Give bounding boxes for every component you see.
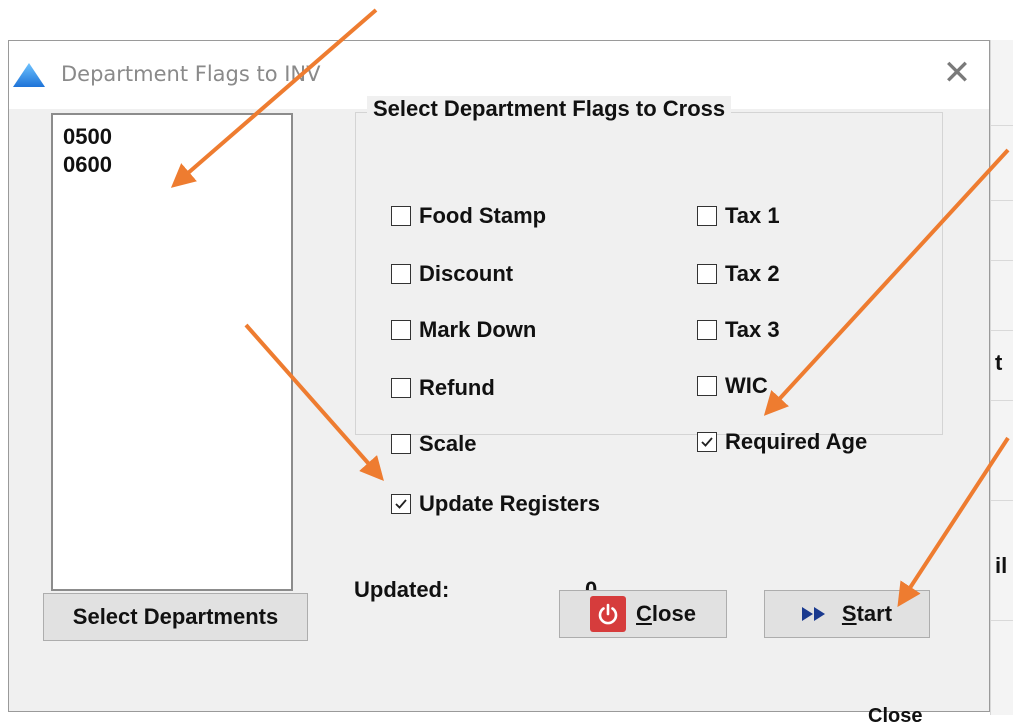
checkbox-tax-2[interactable]: Tax 2: [697, 261, 780, 287]
checkbox-label: Required Age: [725, 429, 868, 454]
background-row-divider: [991, 330, 1013, 331]
checkbox-box[interactable]: [391, 378, 411, 398]
checkbox-tax-3[interactable]: Tax 3: [697, 317, 780, 343]
checkbox-wic[interactable]: WIC: [697, 373, 768, 399]
background-text-fragment: il: [995, 553, 1008, 578]
checkbox-label: Refund: [419, 375, 495, 400]
departments-listbox[interactable]: 0500 0600: [51, 113, 293, 591]
background-row-divider: [991, 125, 1013, 126]
window-title: Department Flags to INV: [61, 62, 321, 86]
app-triangle-icon: [13, 63, 45, 87]
checkbox-update-registers[interactable]: Update Registers: [391, 491, 600, 517]
checkbox-label: Tax 2: [725, 261, 780, 286]
mnemonic-letter: C: [636, 601, 652, 626]
checkbox-box[interactable]: [697, 376, 717, 396]
checkbox-mark-down[interactable]: Mark Down: [391, 317, 536, 343]
checkbox-label: Discount: [419, 261, 514, 286]
select-departments-button[interactable]: Select Departments: [43, 593, 308, 641]
checkbox-box[interactable]: [391, 264, 411, 284]
checkbox-required-age[interactable]: Required Age: [697, 429, 867, 455]
checkbox-box[interactable]: [391, 206, 411, 226]
label-rest: tart: [856, 601, 893, 626]
checkbox-label: Mark Down: [419, 317, 537, 342]
list-item[interactable]: 0500: [63, 123, 291, 151]
flags-group-legend: Select Department Flags to Cross: [367, 96, 732, 122]
checkmark-icon: [395, 499, 407, 509]
background-row-divider: [991, 200, 1013, 201]
close-button[interactable]: Close: [559, 590, 727, 638]
checkbox-box[interactable]: [697, 206, 717, 226]
checkbox-scale[interactable]: Scale: [391, 431, 477, 457]
checkbox-box[interactable]: [697, 320, 717, 340]
start-button-label: Start: [842, 601, 892, 627]
background-close-fragment: Close: [868, 705, 923, 727]
mnemonic-letter: S: [841, 601, 857, 626]
checkbox-box[interactable]: [391, 434, 411, 454]
background-window: [990, 40, 1013, 715]
background-row-divider: [991, 400, 1013, 401]
close-button-label: Close: [636, 601, 696, 627]
checkbox-label: Update Registers: [419, 491, 600, 516]
updated-label: Updated:: [354, 577, 450, 602]
background-row-divider: [991, 260, 1013, 261]
background-row-divider: [991, 620, 1013, 621]
power-icon: [590, 596, 627, 632]
checkbox-box-checked[interactable]: [391, 494, 411, 514]
checkbox-discount[interactable]: Discount: [391, 261, 513, 287]
checkbox-label: Tax 3: [725, 317, 780, 342]
start-button[interactable]: Start: [764, 590, 930, 638]
checkbox-refund[interactable]: Refund: [391, 375, 495, 401]
checkbox-box[interactable]: [391, 320, 411, 340]
department-flags-dialog: Department Flags to INV ✕ 0500 0600 Sele…: [8, 40, 990, 712]
checkbox-box[interactable]: [697, 264, 717, 284]
close-window-icon[interactable]: ✕: [939, 55, 975, 91]
checkbox-box-checked[interactable]: [697, 432, 717, 452]
fast-forward-icon: [801, 607, 826, 621]
list-item[interactable]: 0600: [63, 151, 291, 179]
checkbox-label: Food Stamp: [419, 203, 547, 228]
label-rest: lose: [651, 601, 696, 626]
checkbox-label: Tax 1: [725, 203, 780, 228]
checkbox-label: WIC: [725, 373, 768, 398]
checkbox-label: Scale: [419, 431, 477, 456]
checkbox-food-stamp[interactable]: Food Stamp: [391, 203, 546, 229]
background-text-fragment: t: [995, 350, 1003, 375]
checkbox-tax-1[interactable]: Tax 1: [697, 203, 780, 229]
checkmark-icon: [701, 437, 713, 447]
background-row-divider: [991, 500, 1013, 501]
